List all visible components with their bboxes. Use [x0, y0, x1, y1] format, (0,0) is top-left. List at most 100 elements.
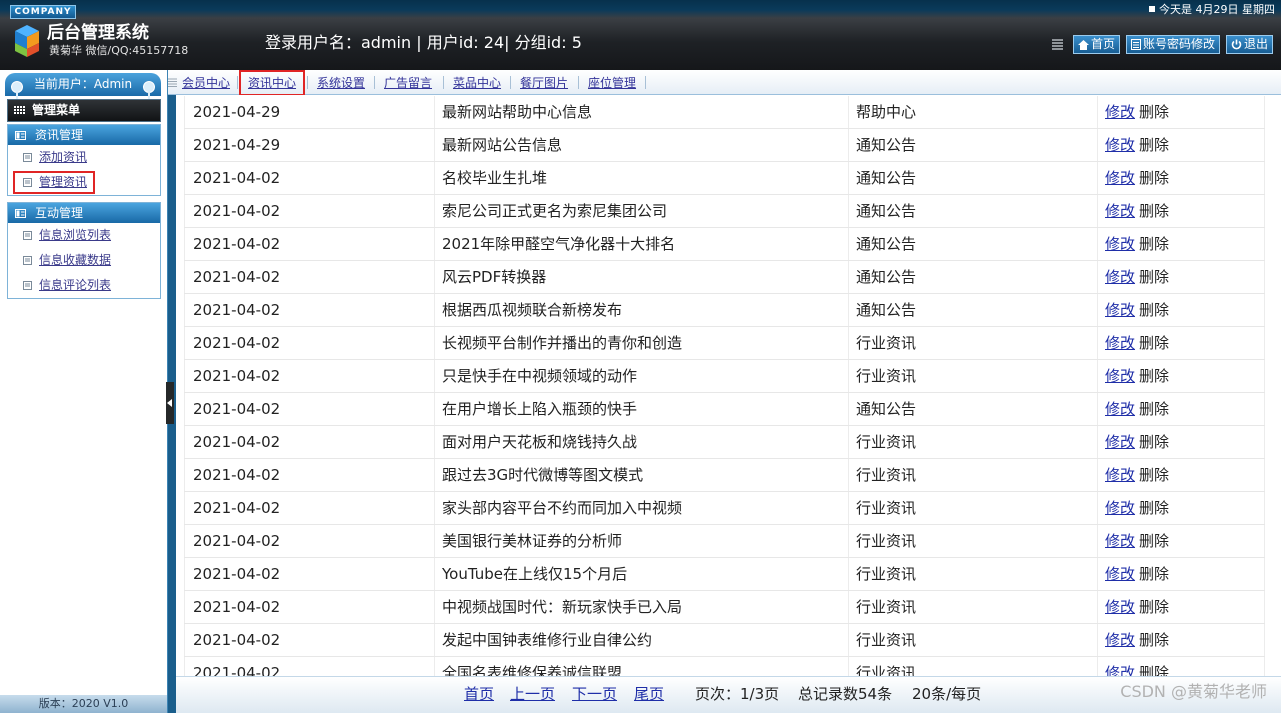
delete-link[interactable]: 删除 — [1139, 400, 1169, 418]
delete-link[interactable]: 删除 — [1139, 202, 1169, 220]
password-change-button[interactable]: 账号密码修改 — [1125, 35, 1220, 54]
sidebar-item-label[interactable]: 信息收藏数据 — [39, 248, 111, 273]
edit-link[interactable]: 修改 — [1105, 400, 1135, 418]
pager-first-link[interactable]: 首页 — [464, 677, 494, 711]
sidebar-item-label[interactable]: 添加资讯 — [39, 145, 87, 170]
column-divider — [434, 162, 435, 194]
sidebar-item-comments[interactable]: 信息评论列表 — [8, 273, 160, 298]
pager-last-link[interactable]: 尾页 — [634, 677, 664, 711]
delete-link[interactable]: 删除 — [1139, 334, 1169, 352]
company-badge: COMPANY — [10, 5, 76, 19]
edit-link[interactable]: 修改 — [1105, 631, 1135, 649]
edit-link[interactable]: 修改 — [1105, 367, 1135, 385]
delete-link[interactable]: 删除 — [1139, 598, 1169, 616]
delete-link[interactable]: 删除 — [1139, 565, 1169, 583]
row-actions: 修改 删除 — [1105, 129, 1169, 161]
delete-link[interactable]: 删除 — [1139, 466, 1169, 484]
row-date: 2021-04-02 — [193, 169, 281, 187]
edit-link[interactable]: 修改 — [1105, 565, 1135, 583]
row-date: 2021-04-02 — [193, 268, 281, 286]
sidebar-item-label[interactable]: 管理资讯 — [39, 170, 87, 195]
home-button[interactable]: 首页 — [1072, 35, 1120, 54]
row-title: 2021年除甲醛空气净化器十大排名 — [442, 235, 676, 253]
delete-link[interactable]: 删除 — [1139, 268, 1169, 286]
edit-link[interactable]: 修改 — [1105, 136, 1135, 154]
row-category: 通知公告 — [856, 268, 917, 286]
row-actions: 修改 删除 — [1105, 624, 1169, 656]
edit-link[interactable]: 修改 — [1105, 466, 1135, 484]
system-title: 后台管理系统 — [47, 23, 149, 43]
sidebar-item-label[interactable]: 信息浏览列表 — [39, 223, 111, 248]
delete-link[interactable]: 删除 — [1139, 301, 1169, 319]
tab-separator — [374, 76, 375, 89]
tab-photos[interactable]: 餐厅图片 — [520, 75, 568, 91]
tab-news[interactable]: 资讯中心 — [248, 75, 296, 91]
edit-link[interactable]: 修改 — [1105, 235, 1135, 253]
sidebar-item-manage-news[interactable]: 管理资讯 — [8, 170, 160, 195]
column-divider — [434, 327, 435, 359]
edit-link[interactable]: 修改 — [1105, 532, 1135, 550]
column-divider — [1097, 558, 1098, 590]
column-divider — [848, 195, 849, 227]
column-divider — [848, 492, 849, 524]
list-lines-icon — [168, 78, 177, 87]
tab-ads[interactable]: 广告留言 — [384, 75, 432, 91]
sidebar-item-favorites[interactable]: 信息收藏数据 — [8, 248, 160, 273]
menu-title: 管理菜单 — [32, 103, 81, 117]
sidebar-item-add-news[interactable]: 添加资讯 — [8, 145, 160, 170]
tab-separator — [443, 76, 444, 89]
edit-link[interactable]: 修改 — [1105, 169, 1135, 187]
column-divider — [1097, 360, 1098, 392]
edit-link[interactable]: 修改 — [1105, 268, 1135, 286]
row-date: 2021-04-02 — [193, 499, 281, 517]
delete-link[interactable]: 删除 — [1139, 433, 1169, 451]
column-divider — [184, 228, 185, 260]
group-title-news[interactable]: 资讯管理 — [8, 125, 160, 145]
tab-settings[interactable]: 系统设置 — [317, 75, 365, 91]
column-divider — [1264, 591, 1265, 623]
edit-link[interactable]: 修改 — [1105, 433, 1135, 451]
table-row: 2021-04-02 发起中国钟表维修行业自律公约 行业资讯 修改 删除 — [184, 624, 1265, 657]
tab-members[interactable]: 会员中心 — [182, 75, 230, 91]
delete-link[interactable]: 删除 — [1139, 103, 1169, 121]
delete-link[interactable]: 删除 — [1139, 631, 1169, 649]
tab-seats[interactable]: 座位管理 — [588, 75, 636, 91]
delete-link[interactable]: 删除 — [1139, 367, 1169, 385]
logout-button[interactable]: 退出 — [1225, 35, 1273, 54]
edit-link[interactable]: 修改 — [1105, 103, 1135, 121]
row-actions: 修改 删除 — [1105, 162, 1169, 194]
tab-separator — [510, 76, 511, 89]
tab-dishes[interactable]: 菜品中心 — [453, 75, 501, 91]
column-divider — [1264, 228, 1265, 260]
main-content: 2021-04-29 最新网站帮助中心信息 帮助中心 修改 删除 2021-04-29 最新… — [176, 95, 1281, 713]
sidebar-item-label[interactable]: 信息评论列表 — [39, 273, 111, 298]
row-category: 通知公告 — [856, 169, 917, 187]
delete-link[interactable]: 删除 — [1139, 235, 1169, 253]
panel-icon — [15, 209, 26, 218]
pager-prev-link[interactable]: 上一页 — [510, 677, 555, 711]
collapse-sidebar-handle[interactable] — [166, 382, 174, 424]
delete-link[interactable]: 删除 — [1139, 169, 1169, 187]
column-divider — [434, 459, 435, 491]
document-icon — [23, 281, 32, 290]
edit-link[interactable]: 修改 — [1105, 499, 1135, 517]
delete-link[interactable]: 删除 — [1139, 499, 1169, 517]
delete-link[interactable]: 删除 — [1139, 532, 1169, 550]
sidebar-item-browse-list[interactable]: 信息浏览列表 — [8, 223, 160, 248]
row-date: 2021-04-02 — [193, 202, 281, 220]
delete-link[interactable]: 删除 — [1139, 136, 1169, 154]
pin-icon — [143, 81, 155, 101]
column-divider — [848, 294, 849, 326]
row-title: 索尼公司正式更名为索尼集团公司 — [442, 202, 668, 220]
current-user-bar: 当前用户：Admin — [5, 73, 161, 101]
edit-link[interactable]: 修改 — [1105, 598, 1135, 616]
group-title-interaction[interactable]: 互动管理 — [8, 203, 160, 223]
table-row: 2021-04-02 只是快手在中视频领域的动作 行业资讯 修改 删除 — [184, 360, 1265, 393]
edit-link[interactable]: 修改 — [1105, 334, 1135, 352]
list-lines-icon — [1051, 39, 1063, 50]
row-category: 通知公告 — [856, 235, 917, 253]
column-divider — [184, 492, 185, 524]
edit-link[interactable]: 修改 — [1105, 202, 1135, 220]
edit-link[interactable]: 修改 — [1105, 301, 1135, 319]
pager-next-link[interactable]: 下一页 — [572, 677, 617, 711]
